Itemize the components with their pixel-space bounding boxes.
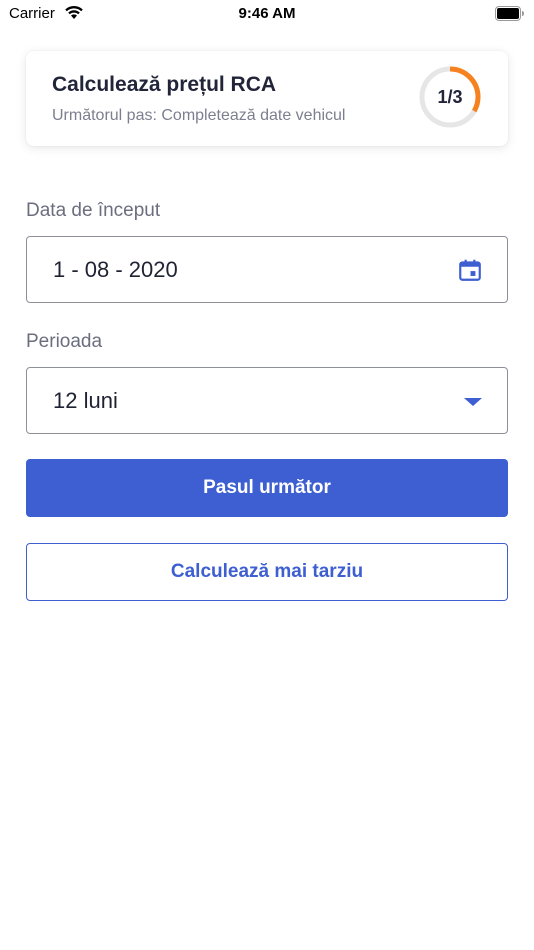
step-progress-card: Calculează prețul RCA Următorul pas: Com… — [26, 51, 508, 146]
step-title: Calculează prețul RCA — [52, 73, 277, 96]
calculate-later-button[interactable]: Calculează mai tarziu — [26, 543, 508, 601]
progress-label: 1/3 — [437, 87, 463, 107]
status-bar: Carrier 9:46 AM — [0, 0, 534, 28]
calendar-icon[interactable] — [457, 257, 483, 283]
next-step-button[interactable]: Pasul următor — [26, 459, 508, 517]
period-select[interactable]: 12 luni — [26, 367, 508, 434]
chevron-down-icon[interactable] — [463, 397, 483, 407]
clock: 9:46 AM — [238, 5, 296, 22]
start-date-field[interactable]: 1 - 08 - 2020 — [26, 236, 508, 303]
start-date-value: 1 - 08 - 2020 — [53, 257, 178, 282]
period-label: Perioada — [26, 331, 103, 352]
period-value: 12 luni — [53, 388, 118, 413]
start-date-label: Data de început — [26, 200, 161, 221]
battery-icon — [495, 6, 524, 21]
step-subtitle: Următorul pas: Completează date vehicul — [52, 107, 346, 124]
